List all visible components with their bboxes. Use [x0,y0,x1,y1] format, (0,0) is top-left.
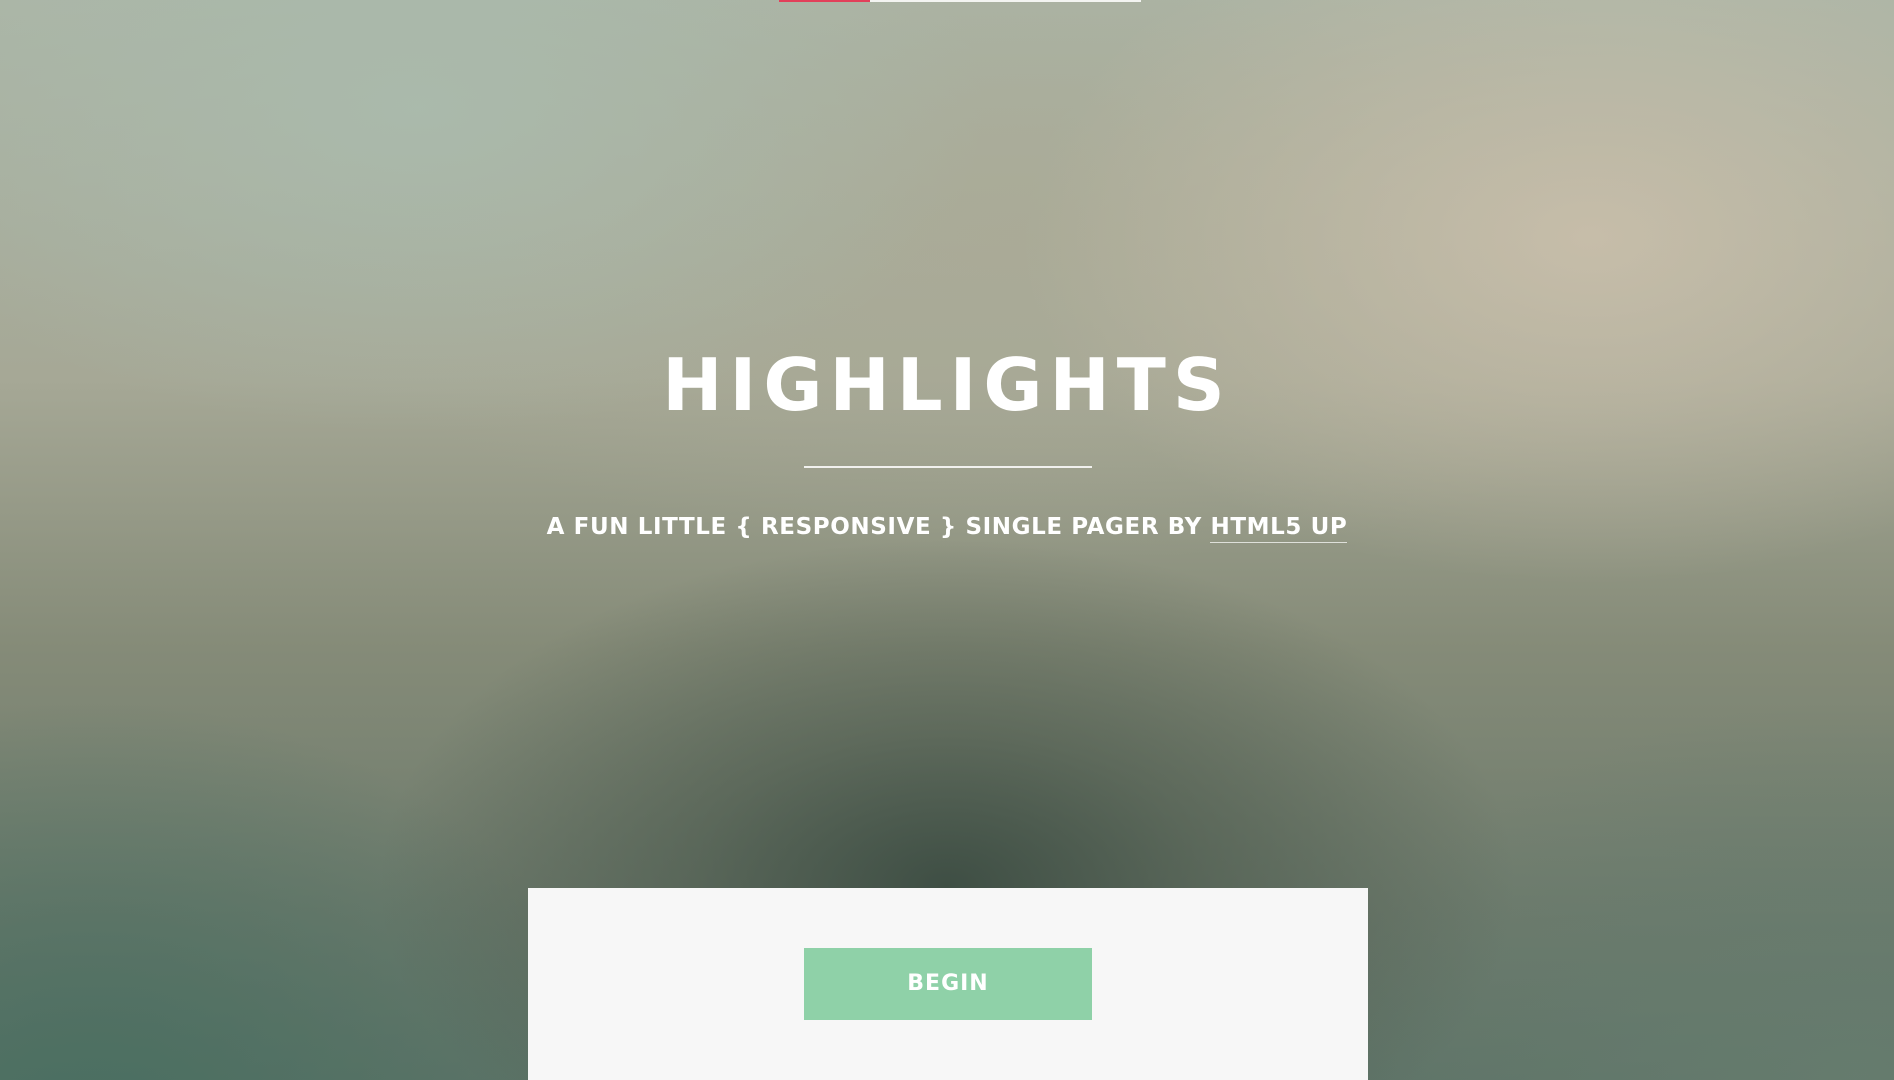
page-title: HIGHLIGHTS [662,343,1232,427]
hero-subtitle-text: A FUN LITTLE { RESPONSIVE } SINGLE PAGER… [546,514,1211,540]
scroll-progress-bar [779,0,1141,2]
begin-button[interactable]: BEGIN [804,948,1092,1020]
html5up-link[interactable]: HTML5 UP [1210,514,1348,543]
scroll-progress-fill [779,0,870,2]
hero-subtitle: A FUN LITTLE { RESPONSIVE } SINGLE PAGER… [0,510,1894,544]
title-divider [804,466,1092,468]
